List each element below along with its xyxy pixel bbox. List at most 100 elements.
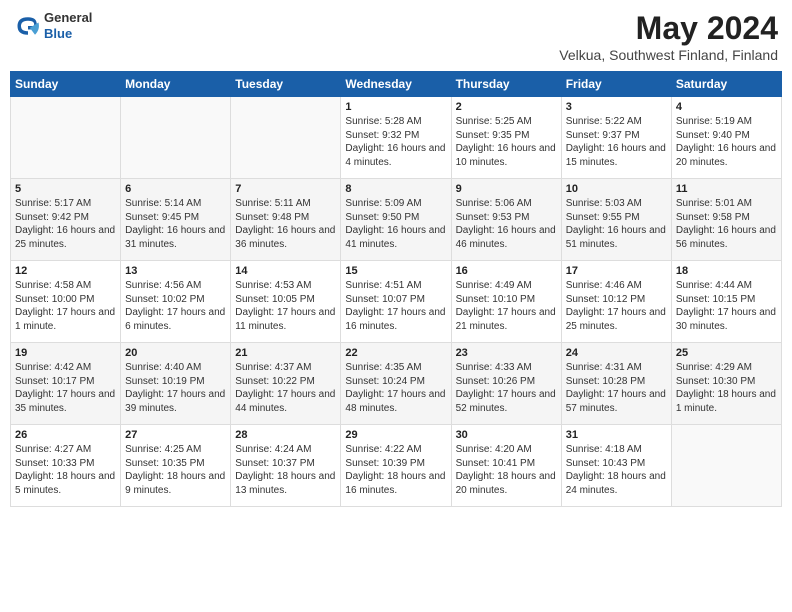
- calendar-cell: [231, 97, 341, 179]
- day-number: 7: [235, 183, 336, 195]
- day-detail: Sunrise: 5:09 AM Sunset: 9:50 PM Dayligh…: [345, 197, 446, 251]
- calendar-cell: 22 Sunrise: 4:35 AM Sunset: 10:24 PM Dayl…: [341, 343, 451, 425]
- calendar-cell: 19 Sunrise: 4:42 AM Sunset: 10:17 PM Dayl…: [11, 343, 121, 425]
- day-detail: Sunrise: 4:18 AM Sunset: 10:43 PM Daylig…: [566, 443, 667, 497]
- calendar-cell: 14 Sunrise: 4:53 AM Sunset: 10:05 PM Dayl…: [231, 261, 341, 343]
- day-detail: Sunrise: 5:14 AM Sunset: 9:45 PM Dayligh…: [125, 197, 226, 251]
- calendar-cell: 5Sunrise: 5:17 AM Sunset: 9:42 PM Daylig…: [11, 179, 121, 261]
- day-detail: Sunrise: 5:01 AM Sunset: 9:58 PM Dayligh…: [676, 197, 777, 251]
- day-number: 11: [676, 183, 777, 195]
- day-number: 27: [125, 429, 226, 441]
- calendar-cell: 16 Sunrise: 4:49 AM Sunset: 10:10 PM Dayl…: [451, 261, 561, 343]
- day-detail: Sunrise: 4:42 AM Sunset: 10:17 PM Daylig…: [15, 361, 116, 415]
- day-number: 3: [566, 101, 667, 113]
- day-detail: Sunrise: 4:56 AM Sunset: 10:02 PM Daylig…: [125, 279, 226, 333]
- day-number: 2: [456, 101, 557, 113]
- calendar-cell: 11 Sunrise: 5:01 AM Sunset: 9:58 PM Dayli…: [671, 179, 781, 261]
- day-number: 1: [345, 101, 446, 113]
- calendar-cell: 30 Sunrise: 4:20 AM Sunset: 10:41 PM Dayl…: [451, 425, 561, 507]
- title-block: May 2024 Velkua, Southwest Finland, Finl…: [559, 10, 778, 63]
- logo: General Blue: [14, 10, 92, 41]
- day-detail: Sunrise: 5:25 AM Sunset: 9:35 PM Dayligh…: [456, 115, 557, 169]
- calendar-cell: 31 Sunrise: 4:18 AM Sunset: 10:43 PM Dayl…: [561, 425, 671, 507]
- day-number: 16: [456, 265, 557, 277]
- day-number: 20: [125, 347, 226, 359]
- header-saturday: Saturday: [671, 72, 781, 97]
- day-detail: Sunrise: 5:03 AM Sunset: 9:55 PM Dayligh…: [566, 197, 667, 251]
- day-detail: Sunrise: 4:53 AM Sunset: 10:05 PM Daylig…: [235, 279, 336, 333]
- day-detail: Sunrise: 5:06 AM Sunset: 9:53 PM Dayligh…: [456, 197, 557, 251]
- calendar-cell: 18 Sunrise: 4:44 AM Sunset: 10:15 PM Dayl…: [671, 261, 781, 343]
- page-header: General Blue May 2024 Velkua, Southwest …: [10, 10, 782, 63]
- day-detail: Sunrise: 4:31 AM Sunset: 10:28 PM Daylig…: [566, 361, 667, 415]
- calendar-cell: 23Sunrise: 4:33 AM Sunset: 10:26 PM Dayl…: [451, 343, 561, 425]
- calendar-subtitle: Velkua, Southwest Finland, Finland: [559, 47, 778, 63]
- day-detail: Sunrise: 4:35 AM Sunset: 10:24 PM Daylig…: [345, 361, 446, 415]
- day-number: 23: [456, 347, 557, 359]
- day-detail: Sunrise: 4:24 AM Sunset: 10:37 PM Daylig…: [235, 443, 336, 497]
- calendar-cell: 20Sunrise: 4:40 AM Sunset: 10:19 PM Dayl…: [121, 343, 231, 425]
- calendar-cell: [11, 97, 121, 179]
- day-detail: Sunrise: 4:51 AM Sunset: 10:07 PM Daylig…: [345, 279, 446, 333]
- day-number: 21: [235, 347, 336, 359]
- day-number: 31: [566, 429, 667, 441]
- day-detail: Sunrise: 4:20 AM Sunset: 10:41 PM Daylig…: [456, 443, 557, 497]
- calendar-week-2: 5Sunrise: 5:17 AM Sunset: 9:42 PM Daylig…: [11, 179, 782, 261]
- header-tuesday: Tuesday: [231, 72, 341, 97]
- day-detail: Sunrise: 4:46 AM Sunset: 10:12 PM Daylig…: [566, 279, 667, 333]
- day-detail: Sunrise: 5:19 AM Sunset: 9:40 PM Dayligh…: [676, 115, 777, 169]
- logo-icon: [14, 12, 42, 40]
- calendar-cell: [121, 97, 231, 179]
- calendar-cell: 15Sunrise: 4:51 AM Sunset: 10:07 PM Dayl…: [341, 261, 451, 343]
- day-number: 10: [566, 183, 667, 195]
- day-detail: Sunrise: 4:49 AM Sunset: 10:10 PM Daylig…: [456, 279, 557, 333]
- weekday-row: Sunday Monday Tuesday Wednesday Thursday…: [11, 72, 782, 97]
- day-detail: Sunrise: 4:37 AM Sunset: 10:22 PM Daylig…: [235, 361, 336, 415]
- calendar-cell: 8Sunrise: 5:09 AM Sunset: 9:50 PM Daylig…: [341, 179, 451, 261]
- calendar-cell: 29 Sunrise: 4:22 AM Sunset: 10:39 PM Dayl…: [341, 425, 451, 507]
- day-number: 14: [235, 265, 336, 277]
- day-number: 24: [566, 347, 667, 359]
- day-number: 22: [345, 347, 446, 359]
- calendar-week-3: 12Sunrise: 4:58 AM Sunset: 10:00 PM Dayl…: [11, 261, 782, 343]
- calendar-cell: 7 Sunrise: 5:11 AM Sunset: 9:48 PM Daylig…: [231, 179, 341, 261]
- calendar-cell: 1Sunrise: 5:28 AM Sunset: 9:32 PM Daylig…: [341, 97, 451, 179]
- day-number: 18: [676, 265, 777, 277]
- day-number: 19: [15, 347, 116, 359]
- calendar-cell: 27 Sunrise: 4:25 AM Sunset: 10:35 PM Dayl…: [121, 425, 231, 507]
- day-detail: Sunrise: 5:22 AM Sunset: 9:37 PM Dayligh…: [566, 115, 667, 169]
- day-number: 28: [235, 429, 336, 441]
- header-wednesday: Wednesday: [341, 72, 451, 97]
- calendar-week-1: 1Sunrise: 5:28 AM Sunset: 9:32 PM Daylig…: [11, 97, 782, 179]
- day-number: 5: [15, 183, 116, 195]
- calendar-cell: 9Sunrise: 5:06 AM Sunset: 9:53 PM Daylig…: [451, 179, 561, 261]
- calendar-table: Sunday Monday Tuesday Wednesday Thursday…: [10, 71, 782, 507]
- header-friday: Friday: [561, 72, 671, 97]
- day-detail: Sunrise: 4:29 AM Sunset: 10:30 PM Daylig…: [676, 361, 777, 415]
- calendar-cell: 4Sunrise: 5:19 AM Sunset: 9:40 PM Daylig…: [671, 97, 781, 179]
- day-detail: Sunrise: 4:27 AM Sunset: 10:33 PM Daylig…: [15, 443, 116, 497]
- logo-general: General: [44, 10, 92, 26]
- day-number: 6: [125, 183, 226, 195]
- day-detail: Sunrise: 4:25 AM Sunset: 10:35 PM Daylig…: [125, 443, 226, 497]
- day-detail: Sunrise: 4:22 AM Sunset: 10:39 PM Daylig…: [345, 443, 446, 497]
- day-number: 13: [125, 265, 226, 277]
- calendar-cell: 25 Sunrise: 4:29 AM Sunset: 10:30 PM Dayl…: [671, 343, 781, 425]
- calendar-cell: 12Sunrise: 4:58 AM Sunset: 10:00 PM Dayl…: [11, 261, 121, 343]
- day-number: 25: [676, 347, 777, 359]
- day-detail: Sunrise: 5:11 AM Sunset: 9:48 PM Dayligh…: [235, 197, 336, 251]
- calendar-cell: 17 Sunrise: 4:46 AM Sunset: 10:12 PM Dayl…: [561, 261, 671, 343]
- calendar-cell: 21 Sunrise: 4:37 AM Sunset: 10:22 PM Dayl…: [231, 343, 341, 425]
- header-thursday: Thursday: [451, 72, 561, 97]
- header-sunday: Sunday: [11, 72, 121, 97]
- calendar-header: Sunday Monday Tuesday Wednesday Thursday…: [11, 72, 782, 97]
- calendar-week-5: 26Sunrise: 4:27 AM Sunset: 10:33 PM Dayl…: [11, 425, 782, 507]
- day-number: 30: [456, 429, 557, 441]
- calendar-cell: 24 Sunrise: 4:31 AM Sunset: 10:28 PM Dayl…: [561, 343, 671, 425]
- calendar-cell: 10 Sunrise: 5:03 AM Sunset: 9:55 PM Dayli…: [561, 179, 671, 261]
- day-detail: Sunrise: 4:44 AM Sunset: 10:15 PM Daylig…: [676, 279, 777, 333]
- day-number: 17: [566, 265, 667, 277]
- calendar-week-4: 19 Sunrise: 4:42 AM Sunset: 10:17 PM Dayl…: [11, 343, 782, 425]
- calendar-cell: 13 Sunrise: 4:56 AM Sunset: 10:02 PM Dayl…: [121, 261, 231, 343]
- day-number: 29: [345, 429, 446, 441]
